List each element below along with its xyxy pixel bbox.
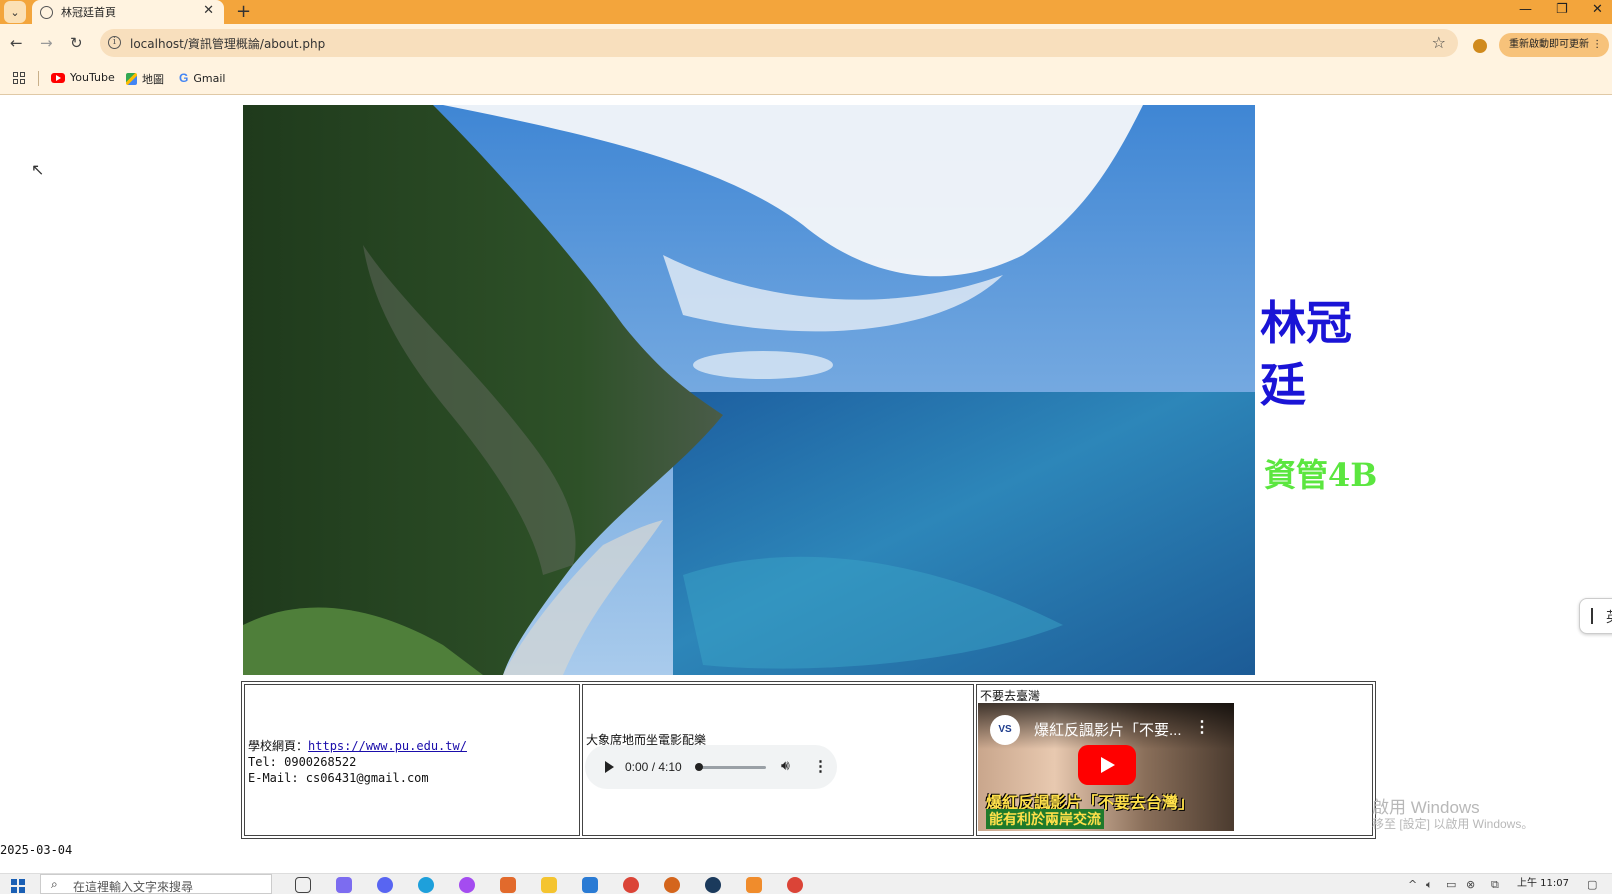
more-options-icon[interactable]: ⋮: [813, 757, 828, 775]
restore-icon[interactable]: ❐: [1556, 2, 1568, 17]
video-title[interactable]: 爆紅反諷影片「不要...: [1034, 719, 1182, 740]
taskbar-search[interactable]: ⌕ 在這裡輸入文字來搜尋: [40, 874, 272, 894]
bookmarks-bar: YouTube 地圖 G Gmail: [0, 64, 1612, 95]
chrome-icon[interactable]: [623, 877, 639, 893]
contact-cell: 學校網頁：https://www.pu.edu.tw/ Tel: 0900268…: [244, 684, 580, 836]
sync-icon[interactable]: ⊗: [1466, 878, 1475, 891]
video-cell: 不要去臺灣 VS 爆紅反諷影片「不要... ⋮ 爆紅反諷影片「不要去台灣」 能有…: [976, 684, 1373, 836]
chrome-active-icon[interactable]: [787, 877, 803, 893]
audio-cell: 大象席地而坐電影配樂 0:00 / 4:10 🔊︎ ⋮: [582, 684, 974, 836]
tel-text: Tel: 0900268522: [248, 755, 357, 769]
update-button[interactable]: 重新啟動即可更新 ⋮: [1499, 33, 1609, 57]
xampp-icon[interactable]: [746, 877, 762, 893]
audio-player: 0:00 / 4:10 🔊︎ ⋮: [585, 745, 837, 789]
youtube-play-icon[interactable]: [1078, 745, 1136, 785]
bookmark-star-icon[interactable]: ☆: [1432, 33, 1446, 52]
apps-grid-icon[interactable]: [13, 72, 25, 84]
play-icon[interactable]: [605, 761, 614, 773]
bookmark-label: YouTube: [70, 71, 115, 84]
notification-icon[interactable]: ▢: [1587, 878, 1597, 891]
audio-time: 0:00 / 4:10: [625, 760, 682, 774]
school-website-link[interactable]: https://www.pu.edu.tw/: [308, 739, 467, 753]
youtube-icon: [51, 72, 65, 83]
audio-progress-slider[interactable]: [696, 766, 766, 769]
discord-icon[interactable]: [377, 877, 393, 893]
chevron-down-icon: ⌄: [10, 5, 20, 19]
reload-icon[interactable]: ↻: [70, 34, 83, 52]
task-view-icon[interactable]: [295, 877, 311, 893]
steam-icon[interactable]: [705, 877, 721, 893]
contact-info: 學校網頁：https://www.pu.edu.tw/ Tel: 0900268…: [248, 738, 467, 786]
edge-icon[interactable]: [418, 877, 434, 893]
messenger-icon[interactable]: [459, 877, 475, 893]
website-label: 學校網頁：: [248, 739, 309, 753]
tab-title: 林冠廷首頁: [61, 6, 116, 19]
update-button-label: 重新啟動即可更新: [1509, 39, 1589, 50]
new-tab-button[interactable]: +: [236, 1, 251, 22]
windows-start-icon[interactable]: [11, 879, 25, 893]
bookmark-maps[interactable]: 地圖: [126, 71, 164, 87]
network-icon[interactable]: ▭: [1446, 878, 1456, 891]
cliff-ocean-photo: [243, 105, 1255, 675]
windows-activation-subtitle: 移至 [設定] 以啟用 Windows。: [1372, 817, 1534, 831]
forward-icon[interactable]: →: [40, 34, 53, 52]
mouse-cursor-icon: ↖: [31, 160, 45, 179]
globe-icon: [40, 5, 53, 19]
taskbar-search-placeholder: 在這裡輸入文字來搜尋: [73, 880, 194, 894]
address-bar[interactable]: i localhost/資訊管理概論/about.php ☆: [100, 29, 1458, 57]
app-icon[interactable]: [500, 877, 516, 893]
tray-chevron-icon[interactable]: ^: [1408, 878, 1417, 891]
video-caption-bottom: 能有利於兩岸交流: [986, 809, 1104, 829]
side-panel-glyph: 英: [1606, 607, 1612, 627]
browser-toolbar: ← → ↻ i localhost/資訊管理概論/about.php ☆ 重新啟…: [0, 24, 1612, 64]
windows-taskbar: ⌕ 在這裡輸入文字來搜尋 ^ 🔈︎ ▭ ⊗ ⧉ 上午 11:07 ▢: [0, 873, 1612, 894]
class-name: 資管4B: [1264, 456, 1378, 494]
url-text[interactable]: localhost/資訊管理概論/about.php: [130, 35, 325, 52]
email-text: E-Mail: cs06431@gmail.com: [248, 771, 429, 785]
minimize-icon[interactable]: —: [1519, 2, 1532, 17]
audio-progress-thumb[interactable]: [695, 763, 703, 771]
site-info-icon[interactable]: i: [108, 36, 121, 49]
video-label: 不要去臺灣: [980, 689, 1041, 703]
bookmark-label: Gmail: [193, 71, 226, 85]
maps-icon: [126, 73, 137, 85]
game-icon[interactable]: [664, 877, 680, 893]
copilot-icon[interactable]: [336, 877, 352, 893]
bookmarks-separator: [38, 71, 39, 86]
search-icon: ⌕: [51, 877, 58, 891]
window-close-icon[interactable]: ✕: [1592, 2, 1603, 17]
input-method-icon[interactable]: ⧉: [1491, 878, 1499, 892]
volume-icon[interactable]: 🔊︎: [781, 758, 790, 774]
tab-active[interactable]: 林冠廷首頁 ✕: [32, 0, 224, 24]
page-date: 2025-03-04: [0, 843, 73, 857]
tab-search-button[interactable]: ⌄: [4, 1, 26, 23]
google-icon: G: [179, 71, 189, 85]
divider-icon: [1591, 608, 1593, 624]
file-explorer-icon[interactable]: [541, 877, 557, 893]
bookmark-gmail[interactable]: G Gmail: [179, 71, 225, 85]
bookmark-youtube[interactable]: YouTube: [51, 71, 115, 84]
owner-name: 林冠廷: [1260, 296, 1352, 412]
channel-logo[interactable]: VS: [990, 715, 1020, 745]
back-icon[interactable]: ←: [10, 34, 23, 52]
side-panel-tab[interactable]: 英: [1579, 598, 1612, 634]
taskbar-clock[interactable]: 上午 11:07: [1517, 874, 1569, 889]
speaker-icon[interactable]: 🔈︎: [1426, 878, 1433, 892]
youtube-embed[interactable]: VS 爆紅反諷影片「不要... ⋮ 爆紅反諷影片「不要去台灣」 能有利於兩岸交流: [978, 703, 1234, 831]
bookmark-label: 地圖: [142, 73, 164, 86]
close-icon[interactable]: ✕: [203, 3, 214, 18]
profile-avatar-icon[interactable]: [1473, 39, 1487, 53]
video-more-icon[interactable]: ⋮: [1194, 717, 1210, 736]
vscode-icon[interactable]: [582, 877, 598, 893]
info-table: 學校網頁：https://www.pu.edu.tw/ Tel: 0900268…: [241, 681, 1376, 839]
tab-strip: ⌄ 林冠廷首頁 ✕ + — ❐ ✕: [0, 0, 1612, 24]
